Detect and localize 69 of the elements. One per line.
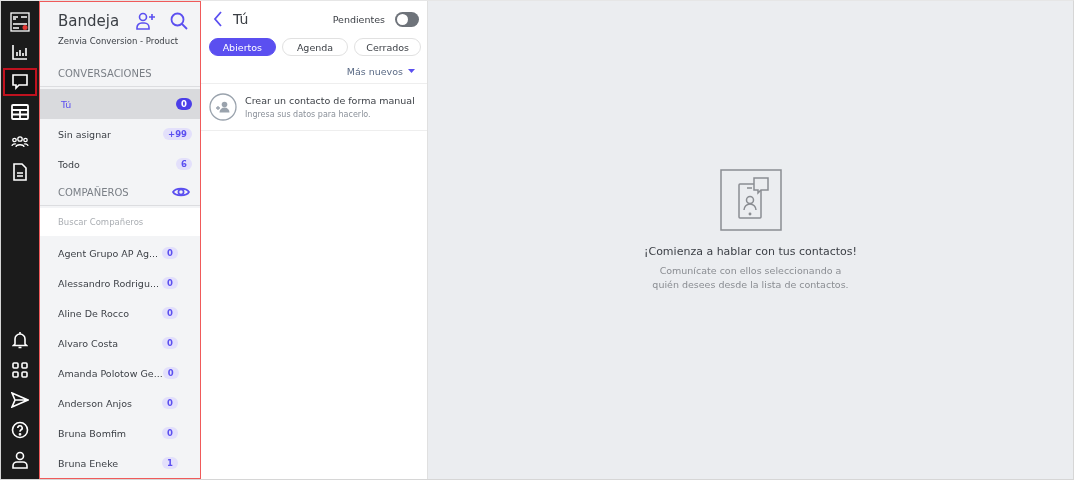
create-contact-hint: Ingresa sus datos para hacerlo. [245,110,372,119]
people-icon [11,134,29,150]
chat-nav-button[interactable] [3,68,37,96]
conversation-filter-item[interactable]: Tú 0 [40,89,200,119]
table-icon [11,104,29,120]
teammate-item[interactable]: Agent Grupo AP Ag... 0 [40,238,200,268]
workspace-name: Zenvia Conversion - Product [57,35,180,48]
count-badge: 0 [162,277,178,289]
list-title: Tú [233,11,250,27]
caret-icon [408,69,415,74]
search-field[interactable]: Buscar Compañeros [40,208,200,236]
teammate-item[interactable]: Anderson Anjos 0 [40,388,200,418]
count-badge: 0 [162,337,178,349]
empty-state-title: ¡Comienza a hablar con tus contactos! [644,244,857,258]
filter-label: Todo [58,158,80,170]
status-tab[interactable]: Cerrados [354,38,421,56]
teammate-name: Agent Grupo AP Ag... [58,247,159,259]
section-heading: CONVERSACIONES [58,67,152,79]
panel-title: Bandeja [58,12,120,30]
count-badge: 0 [162,367,179,379]
section-heading: COMPAÑEROS [58,186,129,198]
bell-icon [12,331,28,349]
empty-state-text: Comunícate con ellos seleccionando a quién desees desde la lista de contactos. [651,263,850,292]
count-badge: 0 [162,397,178,409]
back-icon[interactable] [213,11,223,27]
pending-toggle[interactable] [395,11,419,27]
grid-icon [12,362,28,378]
teammate-name: Alessandro Rodrigu... [58,277,159,289]
paper-plane-icon [11,392,29,408]
teammate-item[interactable]: Alessandro Rodrigu... 0 [40,268,200,298]
teammate-name: Amanda Polotow Ge... [58,367,163,379]
teammate-item[interactable]: Amanda Polotow Ge... 0 [40,358,200,388]
count-badge: +99 [163,128,192,140]
teammate-name: Anderson Anjos [58,397,133,409]
filter-label: Sin asignar [58,128,111,140]
teammate-item[interactable]: Alvaro Costa 0 [40,328,200,358]
pending-label: Pendientes [332,13,385,25]
add-user-icon[interactable] [136,12,156,30]
teammate-name: Bruna Bomfim [58,427,127,439]
teammate-name: Alvaro Costa [58,337,119,349]
count-badge: 6 [176,158,192,170]
user-icon [12,451,28,469]
teammate-name: Bruna Eneke [58,457,119,469]
help-icon [11,421,29,439]
count-badge: 0 [162,307,178,319]
search-icon[interactable] [170,12,188,30]
conversation-filter-item[interactable]: Sin asignar +99 [40,119,200,149]
teammate-item[interactable]: Aline De Rocco 0 [40,298,200,328]
create-contact-item[interactable]: Crear un contacto de forma manual Ingresa sus datos para hacerlo. [201,84,427,131]
add-contact-icon [209,93,237,121]
status-tab[interactable]: Abiertos [209,38,276,56]
logo-icon [10,12,30,32]
bar-chart-icon [11,43,29,61]
contact-phone-icon [719,168,782,231]
teammate-item[interactable]: Bruna Eneke 1 [40,448,200,478]
count-badge: 0 [176,98,192,110]
eye-icon[interactable] [172,185,190,199]
create-contact-title: Crear un contacto de forma manual [245,95,415,106]
teammate-item[interactable]: Bruna Bomfim 0 [40,418,200,448]
count-badge: 0 [162,247,178,259]
sort-dropdown[interactable]: Más nuevos [346,66,415,77]
conversation-filter-item[interactable]: Todo 6 [40,149,200,179]
document-icon [13,163,27,181]
count-badge: 0 [162,427,178,439]
count-badge: 1 [162,457,178,469]
status-tab[interactable]: Agenda [281,38,349,56]
filter-label: Tú [60,98,72,110]
teammate-name: Aline De Rocco [58,307,130,319]
chat-bubble-icon [11,73,29,91]
